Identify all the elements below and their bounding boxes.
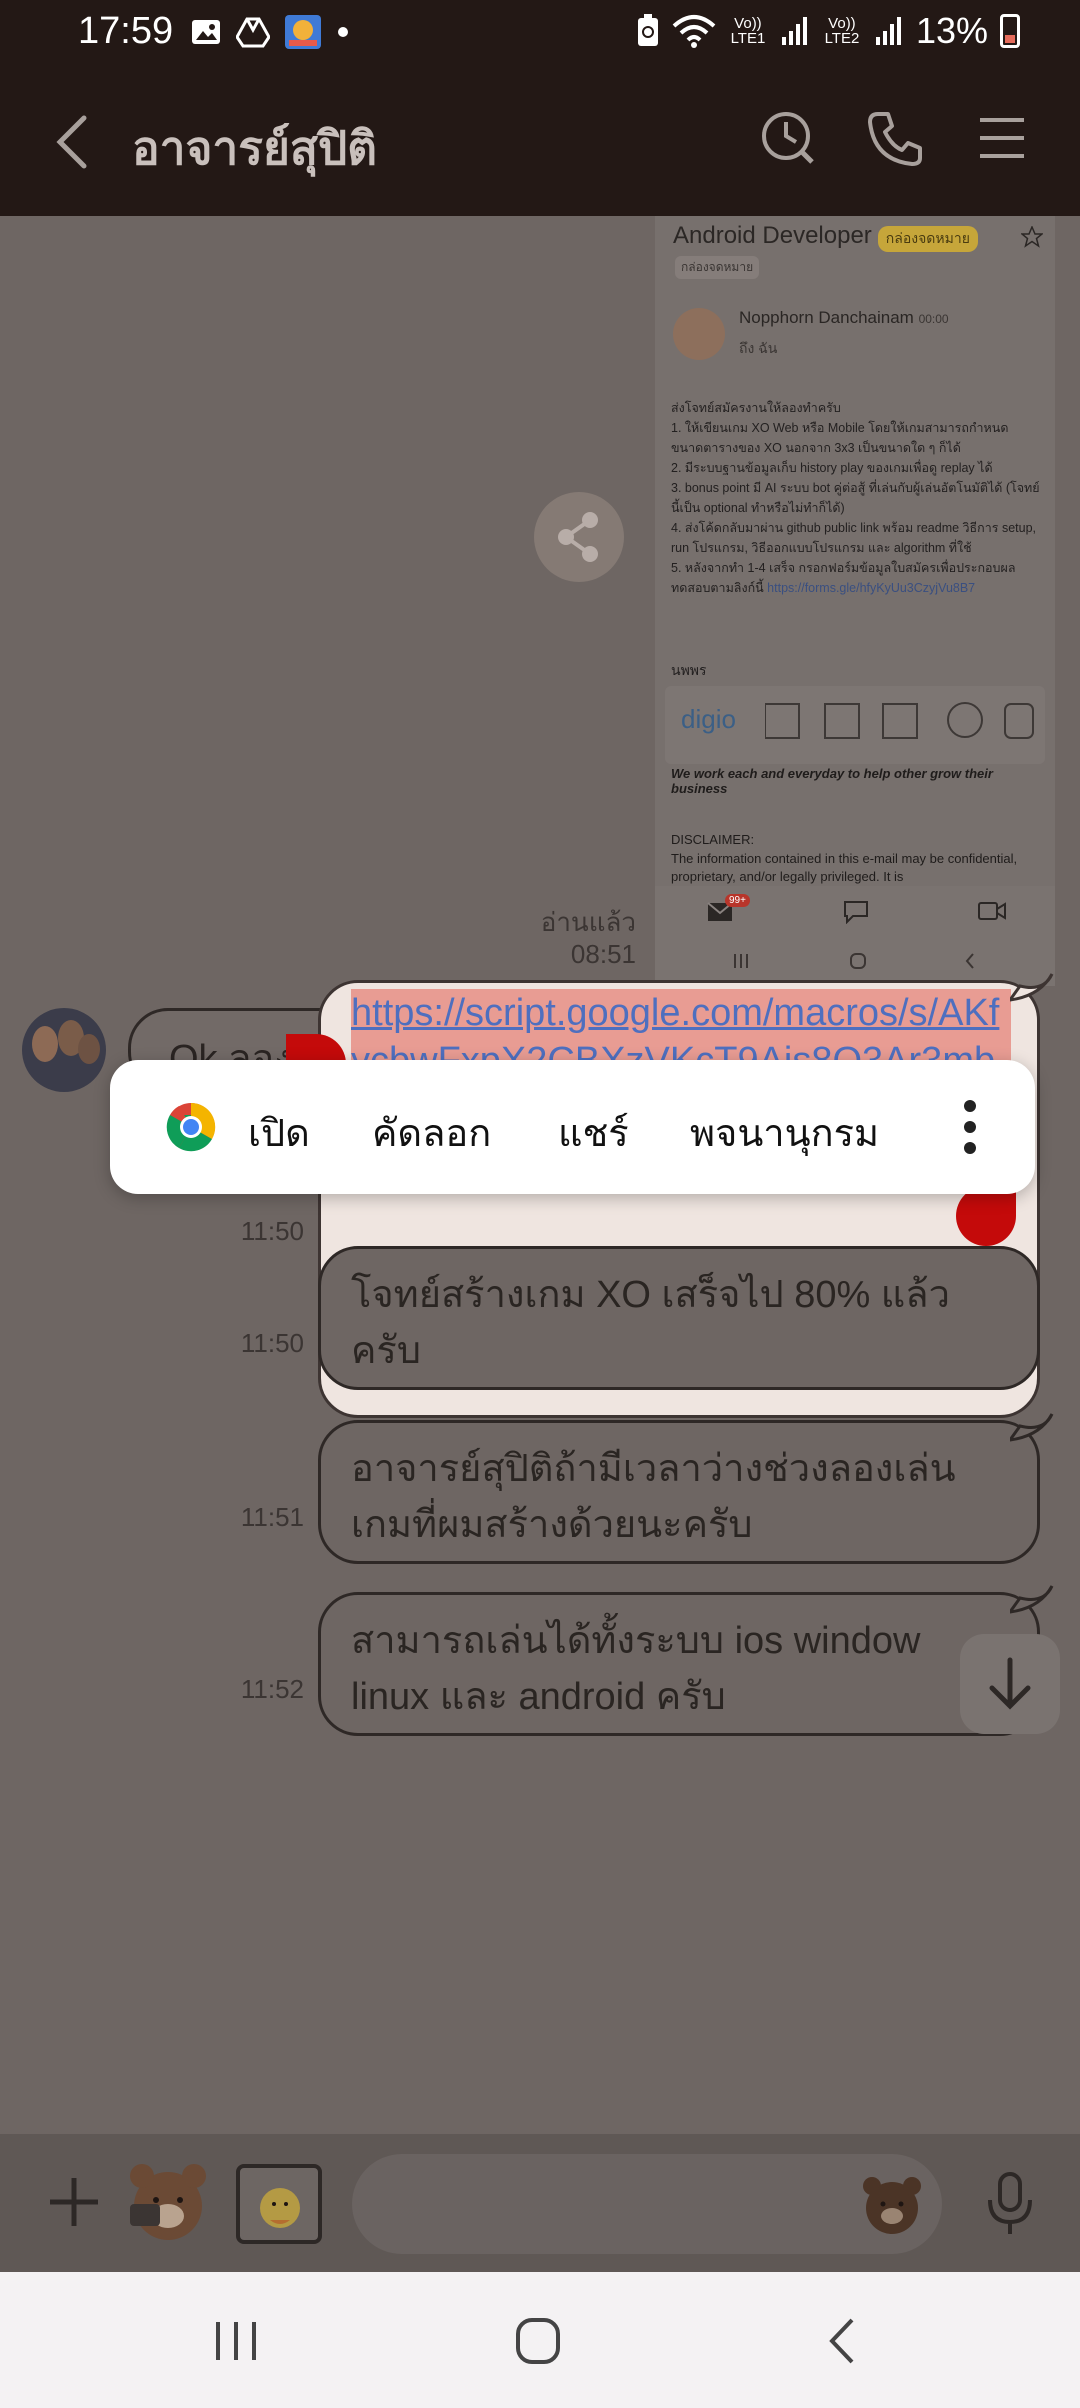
signal-icon xyxy=(875,17,901,45)
email-screenshot-image[interactable]: Android Developer กล่องจดหมาย กล่องจดหมาย… xyxy=(655,216,1055,986)
message-time: 11:51 xyxy=(240,1502,304,1532)
email-tagline: We work each and everyday to help other … xyxy=(671,766,993,796)
outgoing-message[interactable]: สามารถเล่นได้ทั้งระบบ ios window linux แ… xyxy=(318,1592,1040,1736)
company-logos: digio xyxy=(665,686,1045,764)
battery-icon xyxy=(1000,14,1020,48)
bubble-tail xyxy=(1010,973,1054,1002)
recipient-label: ถึง ฉัน xyxy=(739,340,778,356)
mini-nav-icons xyxy=(734,953,974,969)
chat-title: อาจารย์สุปิติ xyxy=(132,122,378,174)
back-nav-icon[interactable] xyxy=(812,2316,872,2366)
share-text-button[interactable]: แชร์ xyxy=(558,1102,629,1163)
recycle-icon xyxy=(637,14,658,46)
status-time: 17:59 xyxy=(78,10,174,52)
emoji-bear-icon[interactable] xyxy=(858,2170,926,2238)
star-icon xyxy=(1021,226,1043,248)
service-icons xyxy=(765,702,1034,739)
selection-handle-end[interactable] xyxy=(956,1186,1016,1246)
plus-icon[interactable] xyxy=(44,2172,104,2232)
open-in-chrome-button[interactable]: เปิด xyxy=(248,1102,310,1163)
mail-badge: 99+ xyxy=(725,894,750,907)
home-icon[interactable] xyxy=(508,2316,568,2366)
disclaimer-title: DISCLAIMER: xyxy=(671,832,755,847)
dictionary-button[interactable]: พจนานุกรม xyxy=(690,1102,879,1163)
status-bar: 17:59 Vo)) LTE1 Vo)) LTE2 13% xyxy=(0,0,1080,64)
read-receipt: อ่านแล้ว 08:51 xyxy=(540,907,636,969)
sim2-label: Vo)) LTE2 xyxy=(824,15,860,47)
more-options-icon[interactable] xyxy=(960,1096,980,1158)
sim1-label: Vo)) LTE1 xyxy=(730,15,766,47)
scroll-to-bottom-button[interactable] xyxy=(960,1634,1060,1734)
sender-name: Nopphorn Danchainam 00:00 xyxy=(739,308,949,327)
history-clock-icon[interactable] xyxy=(758,108,818,168)
message-time: 11:50 xyxy=(240,1216,304,1246)
drive-icon xyxy=(236,17,270,48)
email-subject: Android Developer กล่องจดหมาย xyxy=(673,222,978,252)
menu-hamburger-icon[interactable] xyxy=(972,108,1032,168)
email-bottom-bar: 99+ xyxy=(655,886,1055,986)
message-time: 11:50 xyxy=(240,1328,304,1358)
share-icon xyxy=(558,512,598,562)
bubble-tail xyxy=(1010,1585,1054,1614)
microphone-icon[interactable] xyxy=(980,2170,1040,2238)
photo-sticker-icon[interactable] xyxy=(236,2164,322,2244)
form-link: https://forms.gle/hfyKyUu3CzyjVu8B7 xyxy=(767,581,976,595)
email-body: ส่งโจทย์สมัครงานให้ลองทำครับ 1. ให้เขียน… xyxy=(671,401,1040,595)
inbox-tag: กล่องจดหมาย xyxy=(877,226,978,252)
sticker-bear-icon[interactable] xyxy=(122,2156,214,2248)
video-icon xyxy=(978,902,1006,920)
dot-icon xyxy=(338,27,348,37)
outgoing-message[interactable]: อาจารย์สุปิติถ้ามีเวลาว่างช่วงลองเล่นเกม… xyxy=(318,1420,1040,1564)
outgoing-message[interactable]: โจทย์สร้างเกม XO เสร็จไป 80% แล้วครับ xyxy=(318,1246,1040,1390)
email-signature: นพพร xyxy=(671,662,707,678)
status-system-icons: Vo)) LTE1 Vo)) LTE2 13% xyxy=(636,10,1020,52)
chat-header: อาจารย์สุปิติ xyxy=(0,64,1080,216)
recent-apps-icon[interactable] xyxy=(206,2316,266,2366)
digio-logo: digio xyxy=(681,704,736,734)
battery-percent: 13% xyxy=(915,10,988,51)
message-time: 11:52 xyxy=(240,1674,304,1704)
friend-avatar[interactable] xyxy=(22,1008,106,1092)
game-app-icon xyxy=(285,15,321,49)
inbox-label: กล่องจดหมาย xyxy=(675,256,760,279)
chat-icon xyxy=(844,901,868,924)
system-nav-bar xyxy=(0,2272,1080,2408)
sender-avatar xyxy=(673,308,725,360)
gallery-icon xyxy=(192,20,220,44)
copy-button[interactable]: คัดลอก xyxy=(372,1102,491,1163)
message-input[interactable] xyxy=(352,2154,942,2254)
share-button[interactable] xyxy=(534,492,624,582)
text-selection-menu: เปิด คัดลอก แชร์ พจนานุกรม xyxy=(110,1060,1035,1194)
back-arrow-icon[interactable] xyxy=(52,114,92,170)
message-input-bar xyxy=(0,2134,1080,2272)
signal-icon xyxy=(781,17,807,45)
arrow-down-icon xyxy=(989,1657,1031,1710)
phone-call-icon[interactable] xyxy=(864,108,924,168)
disclaimer-text: The information contained in this e-mail… xyxy=(671,851,1018,884)
status-notification-icons xyxy=(190,14,350,50)
wifi-icon xyxy=(672,15,716,48)
bubble-tail xyxy=(1010,1413,1054,1442)
chrome-icon xyxy=(166,1102,216,1152)
